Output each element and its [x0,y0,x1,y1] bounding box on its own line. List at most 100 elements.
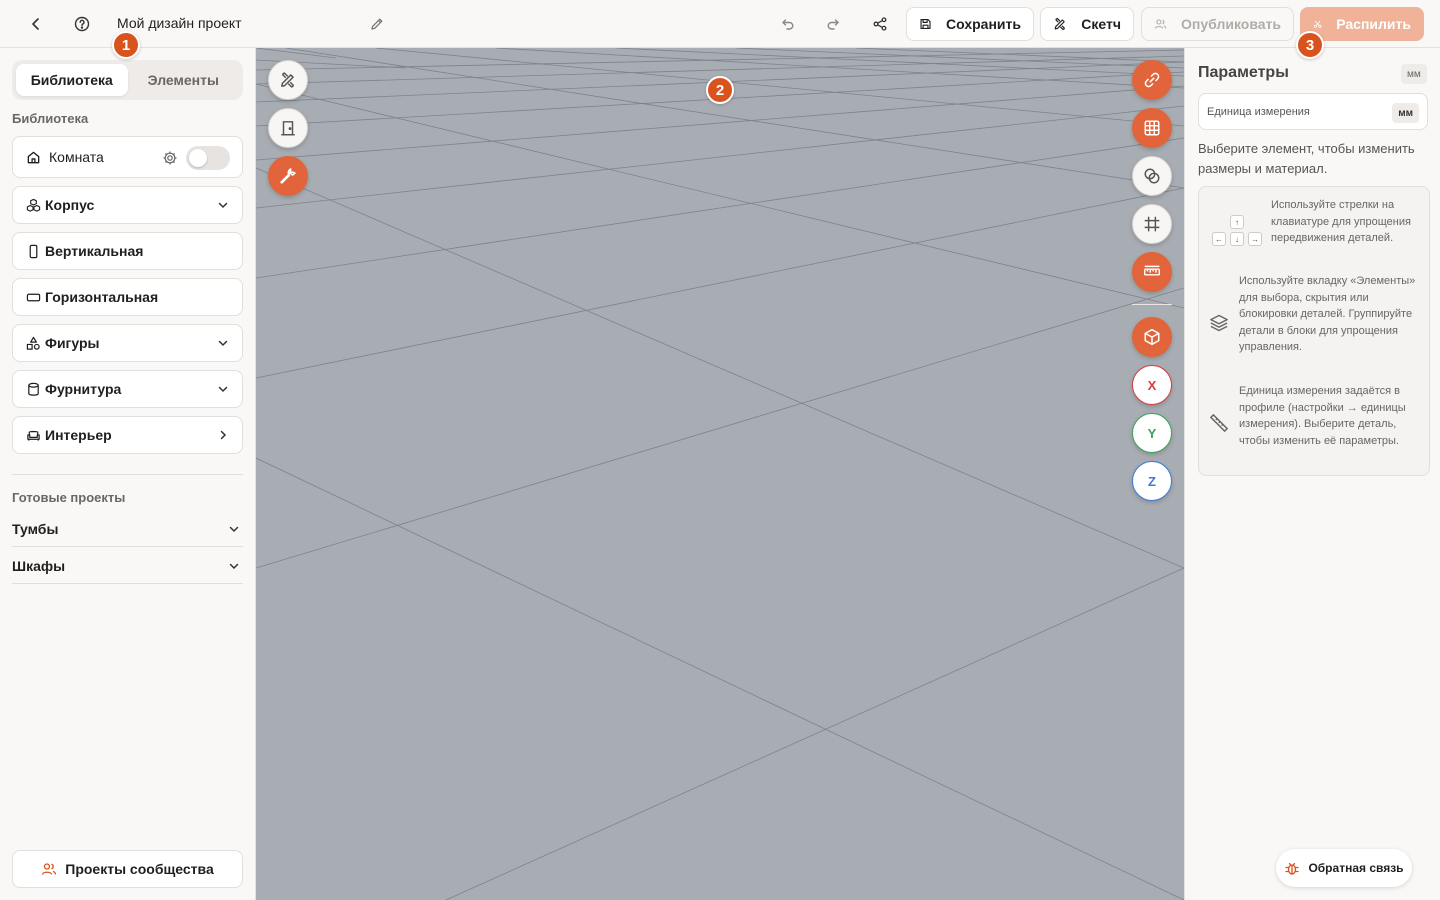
sidebar-item-label: Вертикальная [45,243,144,259]
sketch-pen-ruler-icon [1054,17,1066,31]
chevron-right-icon [220,430,227,440]
chevron-down-icon [229,563,239,570]
chevron-down-icon [229,526,239,533]
sidebar-item-shapes[interactable]: Фигуры [12,324,243,362]
top-bar: Мой дизайн проект Сохранить Скетч Опубли… [0,0,1440,48]
room-toggle[interactable] [186,146,230,170]
vertical-panel-icon [25,243,41,259]
axis-y-button[interactable]: Y [1132,413,1172,453]
save-icon [920,18,931,30]
ruler-button[interactable] [1132,252,1172,292]
community-projects-button[interactable]: Проекты сообщества [12,850,243,888]
toolbar-separator [1132,304,1172,305]
feedback-label: Обратная связь [1308,861,1404,875]
grid-toggle-button[interactable] [1132,108,1172,148]
feedback-button[interactable]: Обратная связь [1276,849,1412,887]
chevron-down-icon [218,340,228,347]
publish-label: Опубликовать [1181,16,1281,32]
chevron-down-icon [218,386,228,393]
community-projects-label: Проекты сообщества [65,861,214,877]
step-badge-3: 3 [1296,31,1324,59]
ruler-icon [1209,413,1229,436]
sketch-button[interactable]: Скетч [1040,7,1134,41]
wrench-icon [280,168,296,184]
intersect-button[interactable] [1132,156,1172,196]
sidebar-item-hardware[interactable]: Фурнитура [12,370,243,408]
project-title[interactable]: Мой дизайн проект [117,15,242,31]
sidebar-item-label: Фигуры [45,335,100,351]
cube-icon [1144,328,1160,346]
floor-grid [256,48,1184,900]
link-tag-icon [1144,72,1160,88]
3d-viewport[interactable]: X Y Z [256,48,1184,900]
sticker-tool-button[interactable] [1132,60,1172,100]
unit-field[interactable]: Единица измерения мм [1198,93,1428,130]
library-heading: Библиотека [12,111,89,126]
axis-x-button[interactable]: X [1132,365,1172,405]
sidebar-item-label: Корпус [45,197,95,213]
undo-icon[interactable] [776,12,800,36]
home-icon [25,149,41,165]
help-icon[interactable] [70,12,94,36]
projects-heading: Готовые проекты [12,490,126,505]
panel-title: Параметры [1198,64,1289,81]
frame-button[interactable] [1132,204,1172,244]
sofa-icon [25,427,41,443]
back-arrow-icon[interactable] [24,12,48,36]
wrench-tool-button[interactable] [268,156,308,196]
publish-button[interactable]: Опубликовать [1141,7,1294,41]
tab-elements[interactable]: Элементы [128,64,240,96]
cut-label: Распилить [1336,16,1411,32]
gear-icon[interactable] [162,150,178,166]
ruler-icon [1143,265,1161,276]
pen-ruler-icon [281,72,295,88]
layers-icon [1209,313,1229,336]
sidebar-item-label: Интерьер [45,427,112,443]
unit-field-value: мм [1392,103,1419,123]
redo-icon[interactable] [821,12,845,36]
3d-view-button[interactable] [1132,317,1172,357]
sketch-label: Скетч [1081,16,1121,32]
sidebar-item-label: Горизонтальная [45,289,159,305]
sidebar-item-horizontal[interactable]: Горизонтальная [12,278,243,316]
users-icon [42,863,57,875]
chevron-down-icon [218,202,228,209]
hash-frame-icon [1144,216,1160,232]
save-label: Сохранить [946,16,1021,32]
tip-arrow-keys: Используйте стрелки на клавиатуре для уп… [1271,199,1411,244]
cylinder-icon [25,381,41,397]
unit-field-label: Единица измерения [1207,105,1310,118]
sidebar-item-body[interactable]: Корпус [12,186,243,224]
tip-elements-tab: Используйте вкладку «Элементы» для выбор… [1239,275,1416,353]
project-group-cabinets-low[interactable]: Тумбы [12,511,243,547]
step-badge-1: 1 [112,31,140,59]
step-badge-2: 2 [706,76,734,104]
tip-units: Единица измерения задаётся в профиле (на… [1239,385,1406,447]
door-icon [281,121,295,136]
sidebar-item-room[interactable]: Комната [12,136,243,178]
unit-badge: мм [1401,64,1427,84]
parameters-panel: Параметры мм Единица измерения мм Выбери… [1184,48,1440,900]
horizontal-panel-icon [25,289,41,305]
project-group-label: Шкафы [12,557,66,574]
door-tool-button[interactable] [268,108,308,148]
grid-icon [1144,120,1160,136]
share-icon[interactable] [868,12,892,36]
save-button[interactable]: Сохранить [906,7,1034,41]
tab-library[interactable]: Библиотека [16,64,128,96]
sidebar-divider [12,474,243,475]
sidebar-item-interior[interactable]: Интерьер [12,416,243,454]
project-group-label: Тумбы [12,520,59,537]
sketch-tool-button[interactable] [268,60,308,100]
scissors-icon [1313,20,1322,28]
sidebar-tabs: Библиотека Элементы [12,60,243,100]
sidebar-item-vertical[interactable]: Вертикальная [12,232,243,270]
project-group-wardrobes[interactable]: Шкафы [12,548,243,584]
bug-icon [1285,862,1300,875]
cubes-icon [25,197,41,213]
select-element-hint: Выберите элемент, чтобы изменить размеры… [1198,141,1415,176]
edit-pencil-icon[interactable] [365,12,389,36]
axis-z-button[interactable]: Z [1132,461,1172,501]
shapes-icon [25,335,41,351]
tips-card: ↑ ← ↓ → Используйте стрелки на клавиатур… [1198,186,1430,476]
